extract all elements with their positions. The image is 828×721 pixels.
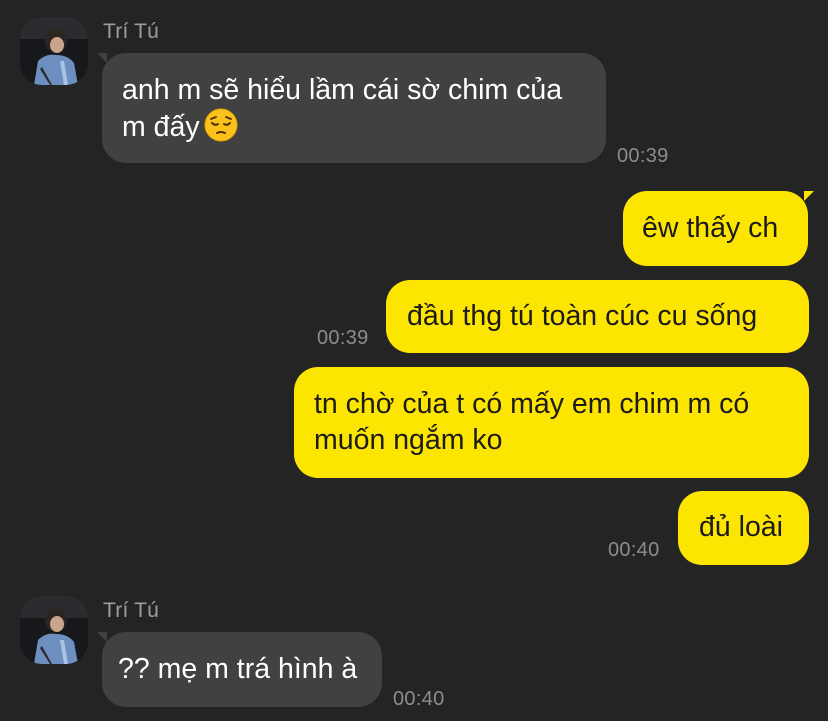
sender-avatar[interactable] (20, 17, 88, 85)
message-text-line: muốn ngắm ko (314, 424, 503, 456)
bubble-tail (804, 191, 814, 201)
incoming-message-bubble[interactable]: anh m sẽ hiểu lầm cái sờ chim của m đấy (102, 53, 606, 163)
sender-avatar[interactable] (20, 596, 88, 664)
outgoing-message-bubble[interactable]: êw thấy ch (623, 191, 808, 266)
pensive-face-icon (204, 108, 238, 151)
message-text-line: tn chờ của t có mấy em chim m có (314, 388, 750, 420)
message-timestamp: 00:39 (617, 145, 669, 167)
bubble-tail (97, 53, 107, 63)
outgoing-message-bubble[interactable]: đầu thg tú toàn cúc cu sống (386, 280, 809, 353)
message-text: đầu thg tú toàn cúc cu sống (407, 300, 758, 332)
message-text: êw thấy ch (642, 212, 779, 244)
message-text-line: m đấy (122, 108, 586, 151)
message-text: đủ loài (699, 511, 783, 543)
message-timestamp: 00:40 (608, 539, 660, 561)
sender-name: Trí Tú (103, 599, 160, 622)
outgoing-message-bubble[interactable]: đủ loài (678, 491, 809, 565)
message-text: ?? mẹ m trá hình à (118, 653, 358, 685)
sender-name: Trí Tú (103, 20, 160, 43)
outgoing-message-bubble[interactable]: tn chờ của t có mấy em chim m có muốn ng… (294, 367, 809, 478)
message-timestamp: 00:40 (393, 688, 445, 710)
avatar-photo-icon (20, 17, 88, 85)
message-timestamp: 00:39 (317, 327, 369, 349)
bubble-tail (97, 632, 107, 642)
message-text-line: anh m sẽ hiểu lầm cái sờ chim của (122, 74, 563, 106)
avatar-photo-icon (20, 596, 88, 664)
incoming-message-bubble[interactable]: ?? mẹ m trá hình à (102, 632, 382, 707)
